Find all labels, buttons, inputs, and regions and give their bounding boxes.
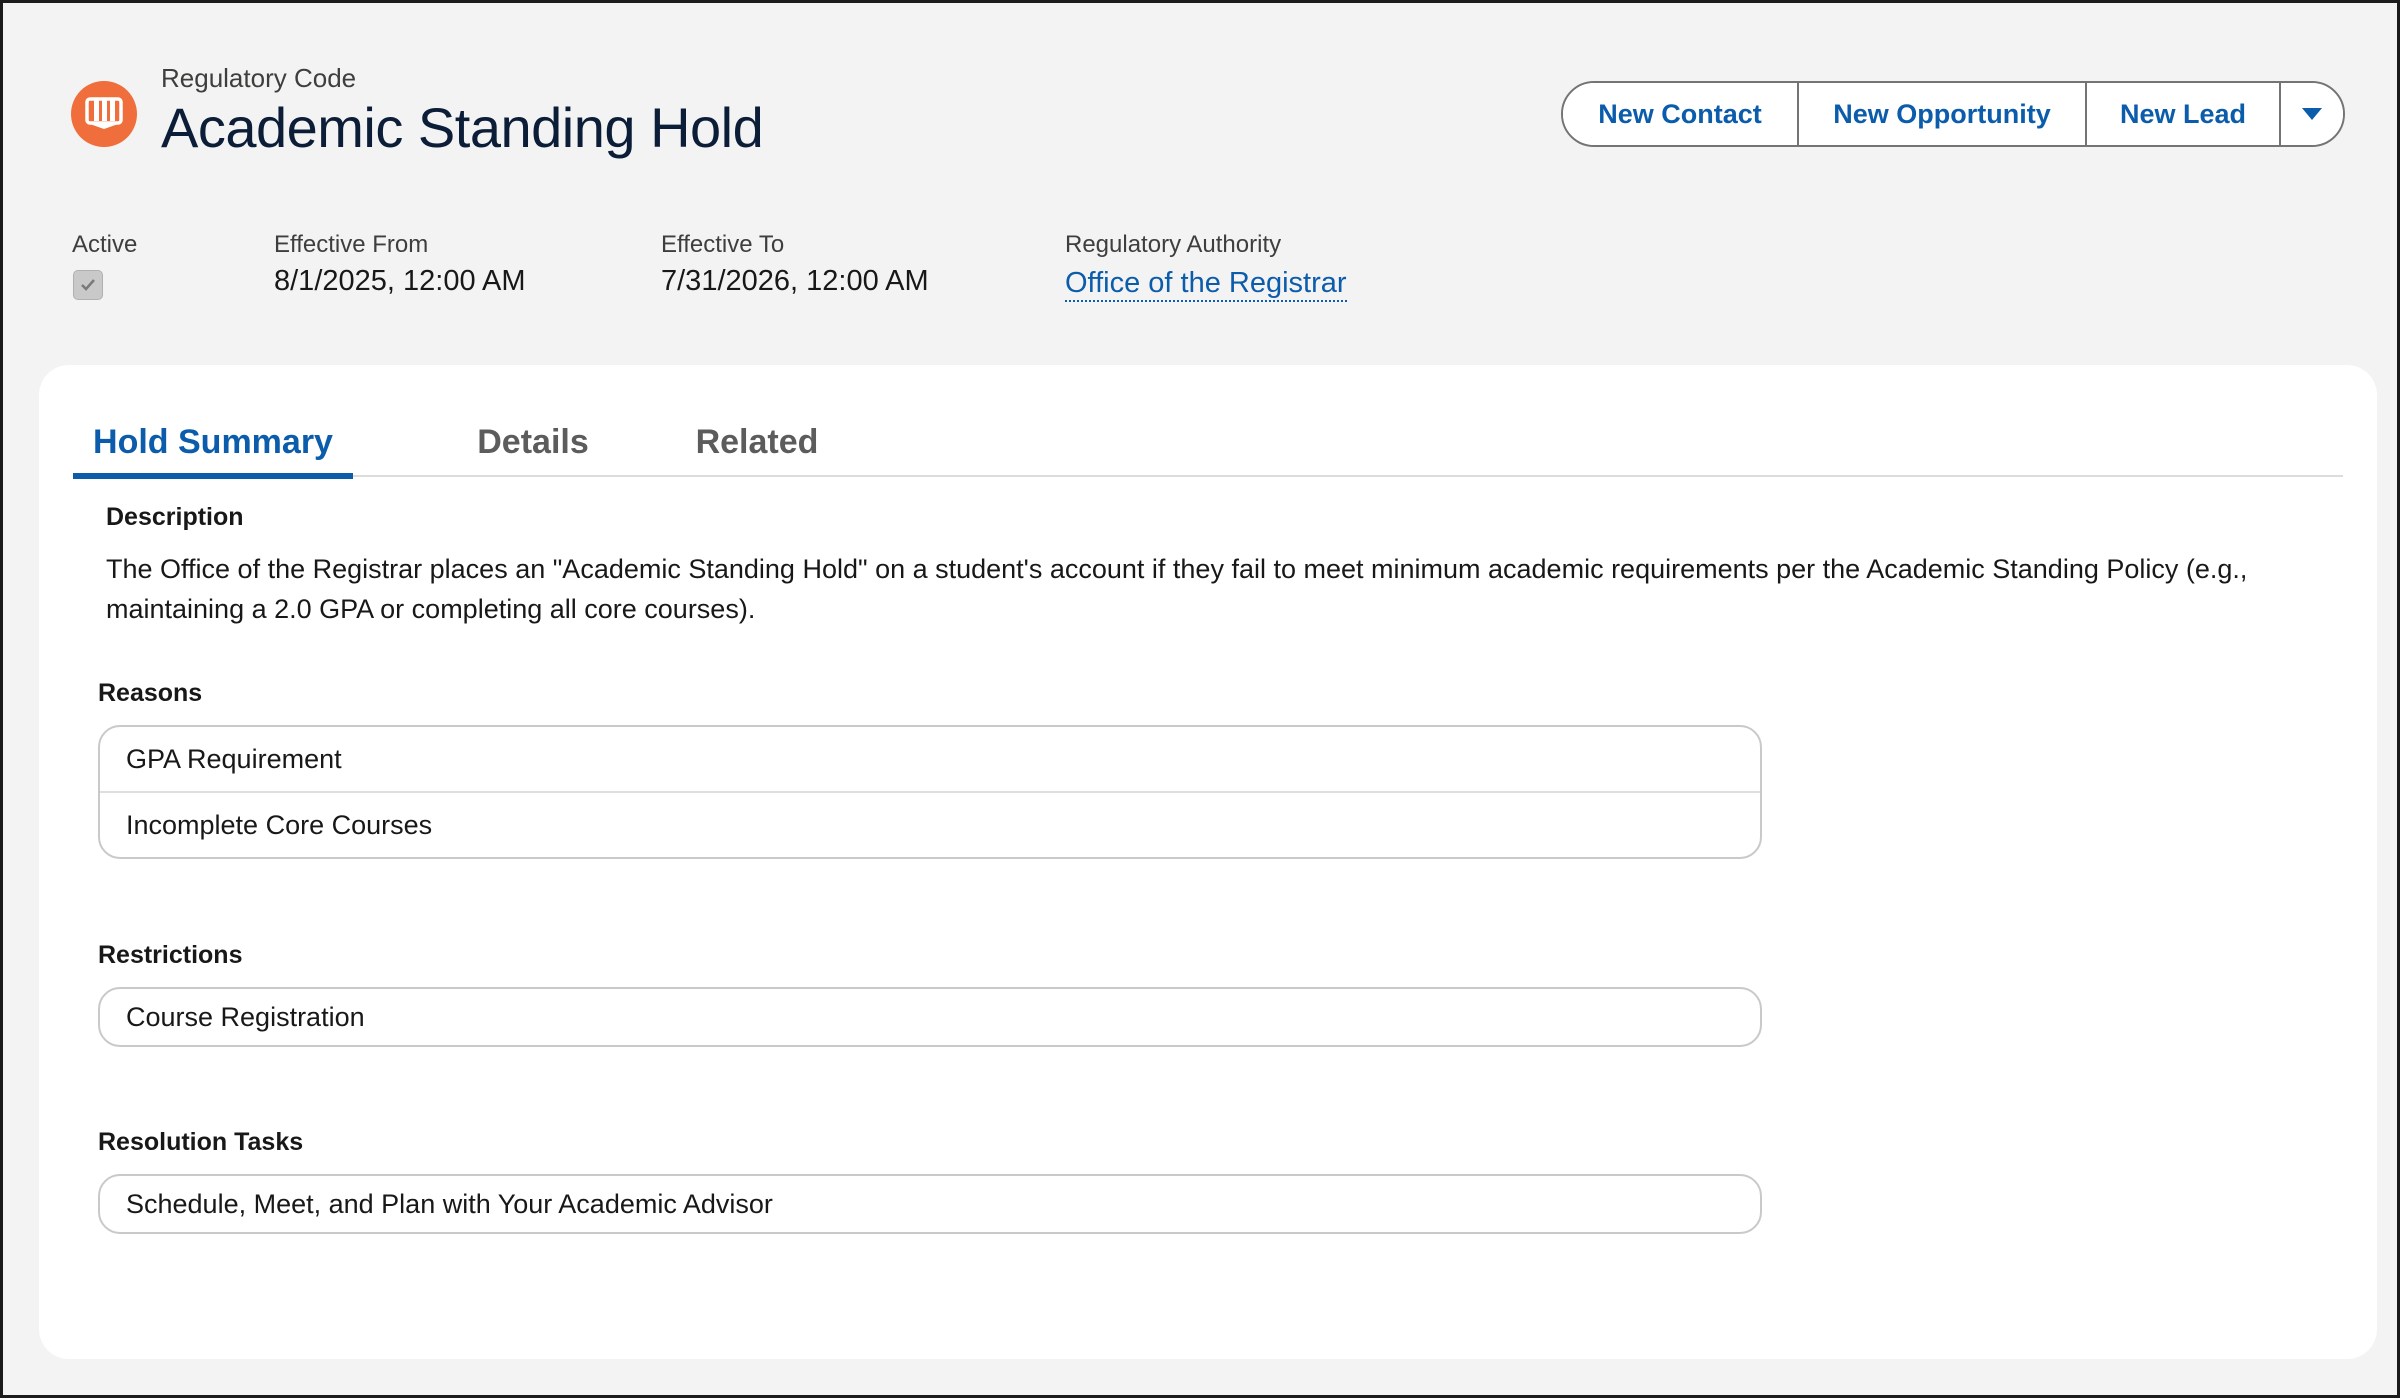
- reason-item: GPA Requirement: [100, 727, 1760, 793]
- tab-hold-summary[interactable]: Hold Summary: [73, 407, 353, 479]
- resolution-tasks-heading: Resolution Tasks: [98, 1128, 304, 1156]
- effective-from-label: Effective From: [274, 231, 429, 258]
- object-type-label: Regulatory Code: [161, 63, 357, 93]
- more-actions-button[interactable]: [2281, 83, 2343, 145]
- new-opportunity-button[interactable]: New Opportunity: [1799, 83, 2087, 145]
- tab-details[interactable]: Details: [443, 407, 623, 477]
- reasons-heading: Reasons: [98, 679, 203, 707]
- effective-to-value: 7/31/2026, 12:00 AM: [661, 265, 929, 297]
- reason-item: Incomplete Core Courses: [126, 809, 433, 840]
- reasons-list: GPA Requirement Incomplete Core Courses: [98, 725, 1762, 859]
- restriction-item: Course Registration: [126, 1001, 365, 1032]
- chevron-down-icon: [2302, 108, 2322, 120]
- regulatory-authority-label: Regulatory Authority: [1065, 231, 1282, 258]
- active-label: Active: [72, 231, 138, 258]
- new-contact-button[interactable]: New Contact: [1563, 83, 1799, 145]
- description-heading: Description: [106, 503, 244, 531]
- tab-bar: Hold Summary Details Related: [73, 407, 2343, 479]
- description-text: The Office of the Registrar places an "A…: [106, 554, 2248, 624]
- hold-summary-card: Hold Summary Details Related Description…: [39, 365, 2377, 1359]
- resolution-tasks-list: Schedule, Meet, and Plan with Your Acade…: [98, 1174, 1762, 1234]
- effective-to-label: Effective To: [661, 231, 785, 258]
- restrictions-heading: Restrictions: [98, 941, 243, 969]
- regulatory-authority-link[interactable]: Office of the Registrar: [1065, 266, 1347, 302]
- resolution-task-item: Schedule, Meet, and Plan with Your Acade…: [126, 1188, 773, 1219]
- effective-from-value: 8/1/2025, 12:00 AM: [274, 265, 526, 297]
- book-icon: [71, 81, 137, 147]
- record-page: Regulatory Code Academic Standing Hold N…: [0, 0, 2400, 1398]
- action-button-group: New Contact New Opportunity New Lead: [1561, 81, 2345, 147]
- tab-related[interactable]: Related: [647, 407, 867, 477]
- record-title: Academic Standing Hold: [161, 96, 764, 159]
- new-lead-button[interactable]: New Lead: [2087, 83, 2281, 145]
- restrictions-list: Course Registration: [98, 987, 1762, 1047]
- active-checkbox: [73, 270, 103, 300]
- checkmark-icon: [81, 279, 95, 291]
